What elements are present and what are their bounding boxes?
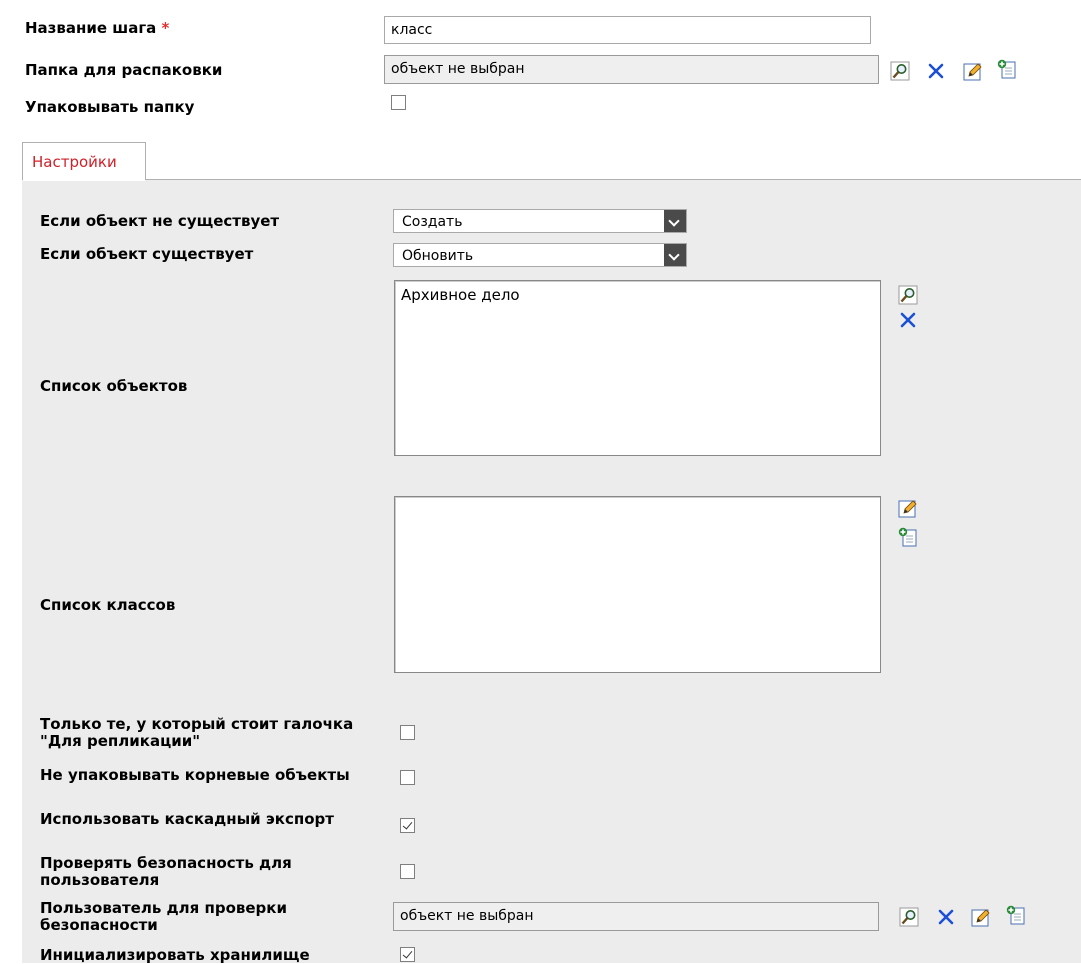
security-user-label: Пользователь для проверки безопасности — [40, 899, 287, 934]
replication-only-checkbox[interactable] — [400, 725, 415, 740]
unpack-folder-field[interactable]: объект не выбран — [384, 55, 879, 84]
replication-only-label: Только те, у который стоит галочка "Для … — [40, 715, 354, 750]
close-x-icon[interactable] — [898, 310, 918, 330]
if-exists-select[interactable]: Обновить — [393, 243, 687, 267]
no-pack-root-label: Не упаковывать корневые объекты — [40, 766, 350, 784]
magnifier-icon[interactable] — [898, 285, 918, 305]
step-name-input[interactable]: класс — [384, 16, 871, 44]
if-not-exists-label: Если объект не существует — [40, 212, 280, 230]
if-exists-label: Если объект существует — [40, 245, 254, 263]
if-not-exists-value: Создать — [402, 214, 463, 230]
new-document-icon[interactable] — [1006, 905, 1026, 925]
init-storage-label: Инициализировать хранилище — [40, 946, 310, 964]
no-pack-root-checkbox[interactable] — [400, 770, 415, 785]
magnifier-icon[interactable] — [899, 907, 919, 927]
tab-connector — [23, 178, 145, 181]
close-x-icon[interactable] — [926, 61, 946, 81]
objects-list-label: Список объектов — [40, 377, 188, 395]
check-security-checkbox[interactable] — [400, 864, 415, 879]
if-exists-value: Обновить — [402, 248, 474, 264]
init-storage-checkbox[interactable] — [400, 947, 415, 962]
classes-listbox[interactable] — [394, 496, 881, 673]
pack-folder-label: Упаковывать папку — [25, 98, 195, 116]
magnifier-icon[interactable] — [890, 61, 910, 81]
chevron-down-icon[interactable] — [664, 210, 686, 232]
pack-folder-checkbox[interactable] — [391, 95, 406, 110]
new-document-icon[interactable] — [898, 527, 918, 547]
security-user-field[interactable]: объект не выбран — [393, 902, 879, 931]
close-x-icon[interactable] — [936, 907, 956, 927]
list-item[interactable]: Архивное дело — [401, 286, 874, 304]
chevron-down-icon[interactable] — [664, 244, 686, 266]
cascade-export-checkbox[interactable] — [400, 818, 415, 833]
step-name-label: Название шага * — [25, 19, 170, 37]
pencil-icon[interactable] — [963, 61, 983, 81]
check-security-label: Проверять безопасность для пользователя — [40, 854, 292, 889]
classes-list-label: Список классов — [40, 596, 176, 614]
required-asterisk: * — [161, 19, 170, 37]
pencil-icon[interactable] — [898, 498, 918, 518]
unpack-folder-label: Папка для распаковки — [25, 61, 223, 79]
tab-settings[interactable]: Настройки — [22, 142, 146, 180]
if-not-exists-select[interactable]: Создать — [393, 209, 687, 233]
objects-listbox[interactable]: Архивное дело — [394, 280, 881, 456]
new-document-icon[interactable] — [997, 59, 1017, 79]
pencil-icon[interactable] — [971, 907, 991, 927]
cascade-export-label: Использовать каскадный экспорт — [40, 810, 334, 828]
